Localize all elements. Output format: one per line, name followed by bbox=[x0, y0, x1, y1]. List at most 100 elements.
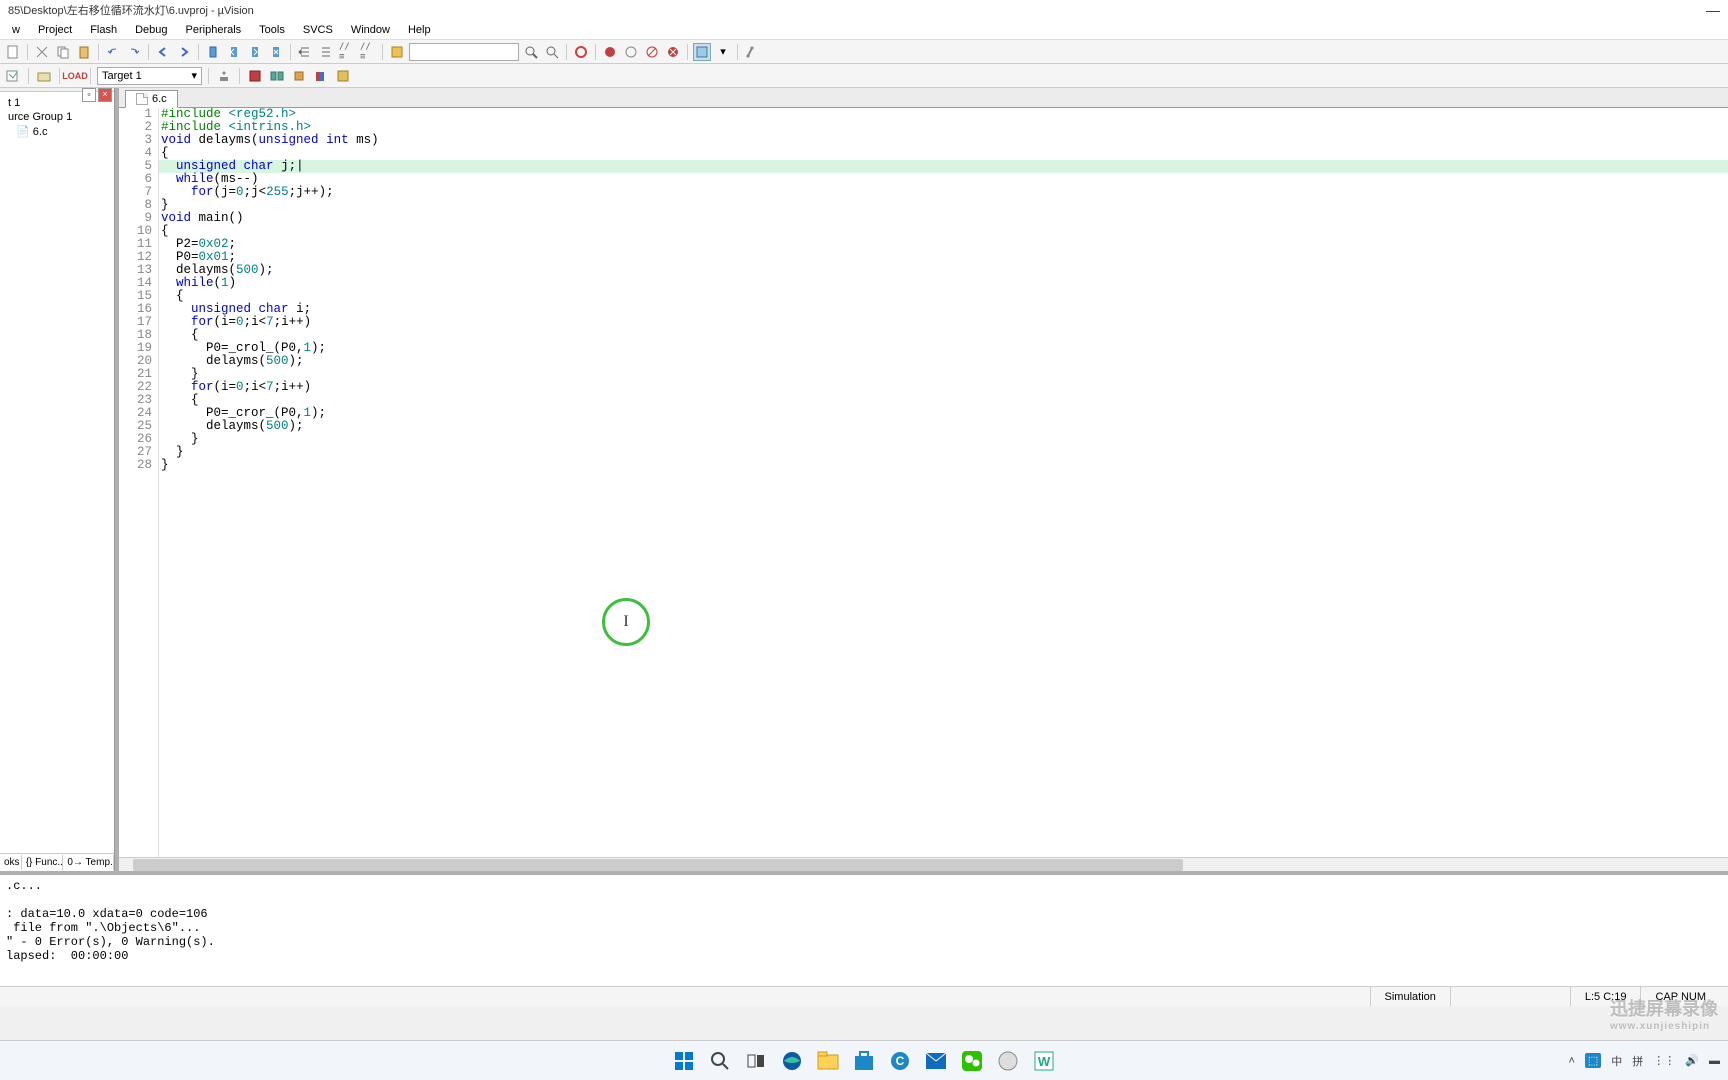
code-line[interactable]: delayms(500); bbox=[159, 355, 1728, 368]
taskbar[interactable]: C W ˄ ⬚ 中 拼 ⋮⋮ 🔊 ▬ bbox=[0, 1040, 1728, 1080]
tab-templates[interactable]: 0→ Temp... bbox=[63, 855, 114, 870]
outdent-icon[interactable] bbox=[317, 43, 335, 61]
search-icon[interactable] bbox=[706, 1047, 734, 1075]
code-line[interactable]: while(ms--) bbox=[159, 173, 1728, 186]
options-icon[interactable] bbox=[215, 67, 233, 85]
tray-ime[interactable]: 中 bbox=[1611, 1053, 1622, 1069]
menu-peripherals[interactable]: Peripherals bbox=[178, 22, 250, 38]
code-line[interactable]: { bbox=[159, 394, 1728, 407]
code-line[interactable]: #include <reg52.h> bbox=[159, 108, 1728, 121]
breakpoint-icon[interactable] bbox=[601, 43, 619, 61]
nav-forward-icon[interactable] bbox=[175, 43, 193, 61]
code-line[interactable]: } bbox=[159, 433, 1728, 446]
menu-flash[interactable]: Flash bbox=[82, 22, 125, 38]
code-line[interactable]: } bbox=[159, 446, 1728, 459]
help-icon[interactable] bbox=[334, 67, 352, 85]
system-tray[interactable]: ˄ ⬚ 中 拼 ⋮⋮ 🔊 ▬ bbox=[1568, 1053, 1720, 1069]
code-line[interactable]: for(i=0;i<7;i++) bbox=[159, 381, 1728, 394]
code-line[interactable]: } bbox=[159, 199, 1728, 212]
paste-icon[interactable] bbox=[75, 43, 93, 61]
tray-wifi-icon[interactable]: ⋮⋮ bbox=[1653, 1054, 1675, 1067]
redo-icon[interactable] bbox=[125, 43, 143, 61]
find-combo[interactable] bbox=[409, 43, 519, 61]
tray-chevron-icon[interactable]: ˄ bbox=[1568, 1055, 1574, 1067]
tree-group[interactable]: urce Group 1 bbox=[4, 110, 110, 124]
configure-icon[interactable] bbox=[743, 43, 761, 61]
code-line[interactable]: delayms(500); bbox=[159, 264, 1728, 277]
menu-view[interactable]: w bbox=[4, 22, 28, 38]
menu-svcs[interactable]: SVCS bbox=[295, 22, 341, 38]
breakpoint-enable-icon[interactable] bbox=[622, 43, 640, 61]
file-tab-active[interactable]: 6.c bbox=[125, 90, 178, 108]
manage-icon[interactable] bbox=[268, 67, 286, 85]
code-editor[interactable]: 1234567891011121314151617181920212223242… bbox=[119, 108, 1728, 857]
download-icon[interactable]: LOAD bbox=[66, 67, 84, 85]
window-layout-icon[interactable] bbox=[693, 43, 711, 61]
code-line[interactable]: { bbox=[159, 147, 1728, 160]
code-line[interactable]: P0=_crol_(P0,1); bbox=[159, 342, 1728, 355]
file-ext-icon[interactable] bbox=[246, 67, 264, 85]
tab-books[interactable]: oks bbox=[0, 855, 22, 870]
menu-window[interactable]: Window bbox=[343, 22, 398, 38]
incremental-find-icon[interactable] bbox=[543, 43, 561, 61]
code-line[interactable]: { bbox=[159, 329, 1728, 342]
code-line[interactable]: for(i=0;i<7;i++) bbox=[159, 316, 1728, 329]
code-line[interactable]: P2=0x02; bbox=[159, 238, 1728, 251]
wechat-icon[interactable] bbox=[958, 1047, 986, 1075]
new-icon[interactable] bbox=[4, 43, 22, 61]
menu-tools[interactable]: Tools bbox=[251, 22, 293, 38]
debug-icon[interactable] bbox=[572, 43, 590, 61]
tray-monitor-icon[interactable]: ⬚ bbox=[1585, 1053, 1601, 1068]
find-icon[interactable] bbox=[522, 43, 540, 61]
splitter-handle[interactable] bbox=[115, 88, 119, 871]
code-line[interactable]: P0=0x01; bbox=[159, 251, 1728, 264]
scrollbar-thumb[interactable] bbox=[133, 859, 1183, 871]
code-line[interactable]: void delayms(unsigned int ms) bbox=[159, 134, 1728, 147]
translate-icon[interactable] bbox=[4, 67, 22, 85]
store-icon[interactable] bbox=[850, 1047, 878, 1075]
tray-input[interactable]: 拼 bbox=[1632, 1053, 1643, 1069]
mail-icon[interactable] bbox=[922, 1047, 950, 1075]
horizontal-scrollbar[interactable] bbox=[119, 857, 1728, 871]
copy-icon[interactable] bbox=[54, 43, 72, 61]
target-select[interactable]: Target 1▾ bbox=[97, 67, 202, 85]
bookmark-clear-icon[interactable] bbox=[267, 43, 285, 61]
code-content[interactable]: #include <reg52.h>#include <intrins.h>vo… bbox=[159, 108, 1728, 857]
start-icon[interactable] bbox=[670, 1047, 698, 1075]
code-line[interactable]: { bbox=[159, 290, 1728, 303]
minimize-button[interactable]: — bbox=[1706, 2, 1720, 18]
tree-target[interactable]: t 1 bbox=[4, 96, 110, 110]
code-line[interactable]: } bbox=[159, 459, 1728, 472]
menu-debug[interactable]: Debug bbox=[127, 22, 175, 38]
menu-project[interactable]: Project bbox=[30, 22, 80, 38]
bookmark-next-icon[interactable] bbox=[246, 43, 264, 61]
wps-icon[interactable]: W bbox=[1030, 1047, 1058, 1075]
build-output[interactable]: .c... : data=10.0 xdata=0 code=106 file … bbox=[0, 871, 1728, 986]
code-line[interactable]: } bbox=[159, 368, 1728, 381]
breakpoint-disable-icon[interactable] bbox=[643, 43, 661, 61]
code-line[interactable]: while(1) bbox=[159, 277, 1728, 290]
explorer-icon[interactable] bbox=[814, 1047, 842, 1075]
indent-icon[interactable] bbox=[296, 43, 314, 61]
app-icon[interactable] bbox=[994, 1047, 1022, 1075]
code-line[interactable]: #include <intrins.h> bbox=[159, 121, 1728, 134]
bookmark-prev-icon[interactable] bbox=[225, 43, 243, 61]
project-tree[interactable]: t 1 urce Group 1 📄 6.c bbox=[0, 92, 114, 853]
code-line[interactable]: for(j=0;j<255;j++); bbox=[159, 186, 1728, 199]
code-line[interactable]: void main() bbox=[159, 212, 1728, 225]
browser-icon[interactable]: C bbox=[886, 1047, 914, 1075]
code-line[interactable]: unsigned char i; bbox=[159, 303, 1728, 316]
code-line[interactable]: unsigned char j;| bbox=[159, 160, 1728, 173]
uncomment-icon[interactable]: //≡ bbox=[359, 43, 377, 61]
build-icon[interactable] bbox=[35, 67, 53, 85]
taskview-icon[interactable] bbox=[742, 1047, 770, 1075]
tab-functions[interactable]: {} Func... bbox=[22, 855, 64, 870]
pack-installer-icon[interactable] bbox=[290, 67, 308, 85]
code-line[interactable]: { bbox=[159, 225, 1728, 238]
code-line[interactable]: P0=_cror_(P0,1); bbox=[159, 407, 1728, 420]
menu-help[interactable]: Help bbox=[400, 22, 439, 38]
comment-icon[interactable]: //≡ bbox=[338, 43, 356, 61]
bookmark-icon[interactable] bbox=[204, 43, 222, 61]
breakpoint-kill-icon[interactable] bbox=[664, 43, 682, 61]
tray-volume-icon[interactable]: 🔊 bbox=[1685, 1054, 1699, 1067]
